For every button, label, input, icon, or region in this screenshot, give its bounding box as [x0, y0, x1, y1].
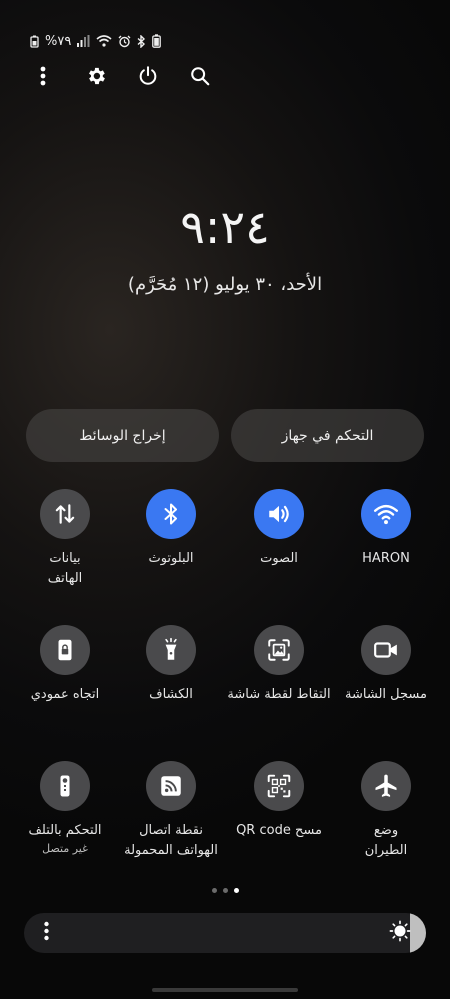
- tile-label-line: اتجاه عمودي: [30, 687, 100, 702]
- media-output-label: إخراج الوسائط: [79, 427, 166, 444]
- device-control-label: التحكم في جهاز: [281, 427, 374, 444]
- power-icon: [137, 65, 159, 87]
- tile-label: البلوتوث: [148, 549, 193, 569]
- tile-label-line: نقطة اتصال: [139, 823, 203, 838]
- tile-label-line: مسجل الشاشة: [345, 687, 427, 702]
- tile-label: وضع الطيران: [365, 821, 408, 861]
- brightness-thumb[interactable]: [388, 920, 412, 946]
- tile-screenshot-toggle[interactable]: [254, 625, 304, 675]
- tile-label: اتجاه عمودي: [31, 685, 99, 705]
- tile-screen-recorder[interactable]: مسجل الشاشة: [332, 625, 440, 705]
- tile-label: نقطة اتصال الهواتف المحمولة: [124, 821, 218, 861]
- tile-label-line: الطيران: [364, 843, 408, 858]
- tile-flashlight-toggle[interactable]: [146, 625, 196, 675]
- panel-actions: [24, 60, 232, 92]
- brightness-slider[interactable]: [24, 913, 426, 953]
- lock-rotation-icon: [52, 637, 78, 663]
- tile-bluetooth-toggle[interactable]: [146, 489, 196, 539]
- tile-label-line: البلوتوث: [148, 551, 194, 566]
- tile-remote-control[interactable]: التحكم بالتلف غير متصل: [11, 761, 119, 857]
- screenshot-icon: [266, 637, 292, 663]
- battery-icon: [152, 34, 162, 48]
- tile-wifi-toggle[interactable]: [361, 489, 411, 539]
- page-dot: [211, 888, 217, 893]
- airplane-icon: [372, 772, 400, 800]
- tile-status: غير متصل: [42, 842, 88, 855]
- more-vert-icon: [40, 66, 46, 86]
- media-output-button[interactable]: إخراج الوسائط: [26, 409, 219, 462]
- tile-label: التحكم بالتلف: [28, 821, 101, 841]
- volume-icon: [265, 501, 293, 527]
- tile-qr-scan-toggle[interactable]: [254, 761, 304, 811]
- tile-label: الكشاف: [149, 685, 193, 705]
- tile-mobile-data[interactable]: بيانات الهاتف: [11, 489, 119, 589]
- search-button[interactable]: [180, 60, 220, 92]
- tile-sound[interactable]: الصوت: [225, 489, 333, 569]
- power-button[interactable]: [128, 60, 168, 92]
- tile-label-line: التقاط لقطة شاشة: [227, 687, 331, 702]
- video-camera-icon: [372, 637, 400, 663]
- battery-percent: %٧٩: [45, 33, 72, 49]
- gear-icon: [85, 65, 107, 87]
- battery-saver-icon: [30, 35, 39, 48]
- brightness-fill: [409, 913, 426, 953]
- tile-label-line: التحكم بالتلف: [28, 823, 102, 838]
- tile-hotspot-toggle[interactable]: [146, 761, 196, 811]
- clock-time[interactable]: ٩:٢٤: [0, 200, 450, 254]
- tile-qr-scan[interactable]: مسح QR code: [225, 761, 333, 841]
- tile-airplane-toggle[interactable]: [361, 761, 411, 811]
- tile-label: بيانات الهاتف: [48, 549, 83, 589]
- tile-label-line: الهاتف: [47, 571, 83, 586]
- home-indicator[interactable]: [152, 988, 298, 992]
- flashlight-icon: [158, 637, 184, 663]
- tile-label: مسح QR code: [236, 821, 322, 841]
- tile-flashlight[interactable]: الكشاف: [117, 625, 225, 705]
- settings-button[interactable]: [76, 60, 116, 92]
- tile-screen-recorder-toggle[interactable]: [361, 625, 411, 675]
- tile-label-line: HARON: [362, 551, 410, 566]
- qr-code-icon: [266, 773, 292, 799]
- tile-airplane[interactable]: وضع الطيران: [332, 761, 440, 861]
- bluetooth-icon: [159, 501, 183, 527]
- tile-label-line: الكشاف: [149, 687, 193, 702]
- tile-label-line: الهواتف المحمولة: [124, 843, 218, 858]
- tile-bluetooth[interactable]: البلوتوث: [117, 489, 225, 569]
- tile-portrait[interactable]: اتجاه عمودي: [11, 625, 119, 705]
- tile-label: مسجل الشاشة: [345, 685, 427, 705]
- data-arrows-icon: [52, 501, 78, 527]
- clock-date[interactable]: الأحد، ٣٠ يوليو (١٢ مُحَرَّم): [0, 274, 450, 295]
- tile-label: الصوت: [260, 549, 298, 569]
- page-dot-active: [233, 888, 239, 893]
- wifi-icon: [372, 501, 400, 527]
- sun-icon: [389, 920, 411, 946]
- signal-icon: [77, 35, 90, 47]
- device-control-button[interactable]: التحكم في جهاز: [231, 409, 424, 462]
- wifi-status-icon: [96, 35, 112, 47]
- tile-screenshot[interactable]: التقاط لقطة شاشة: [225, 625, 333, 705]
- tile-label: HARON: [362, 549, 410, 569]
- tile-sound-toggle[interactable]: [254, 489, 304, 539]
- remote-icon: [53, 772, 77, 800]
- tile-label: التقاط لقطة شاشة: [227, 685, 330, 705]
- page-dot: [222, 888, 228, 893]
- tile-label-line: وضع: [373, 823, 399, 838]
- status-bar: %٧٩: [30, 30, 162, 52]
- tile-mobile-data-toggle[interactable]: [40, 489, 90, 539]
- hotspot-icon: [158, 773, 184, 799]
- tile-portrait-toggle[interactable]: [40, 625, 90, 675]
- brightness-options-button[interactable]: [40, 921, 52, 945]
- tile-label-line: مسح QR code: [236, 823, 322, 838]
- tile-hotspot[interactable]: نقطة اتصال الهواتف المحمولة: [117, 761, 225, 861]
- tile-label-line: الصوت: [260, 551, 298, 566]
- tile-wifi[interactable]: HARON: [332, 489, 440, 569]
- tile-remote-control-toggle[interactable]: [40, 761, 90, 811]
- tile-label-line: بيانات: [49, 551, 81, 566]
- search-icon: [189, 65, 211, 87]
- bluetooth-status-icon: [137, 34, 146, 48]
- more-options-button[interactable]: [24, 60, 64, 92]
- alarm-icon: [118, 35, 131, 48]
- more-vert-icon: [43, 921, 49, 945]
- page-indicator: [0, 888, 450, 893]
